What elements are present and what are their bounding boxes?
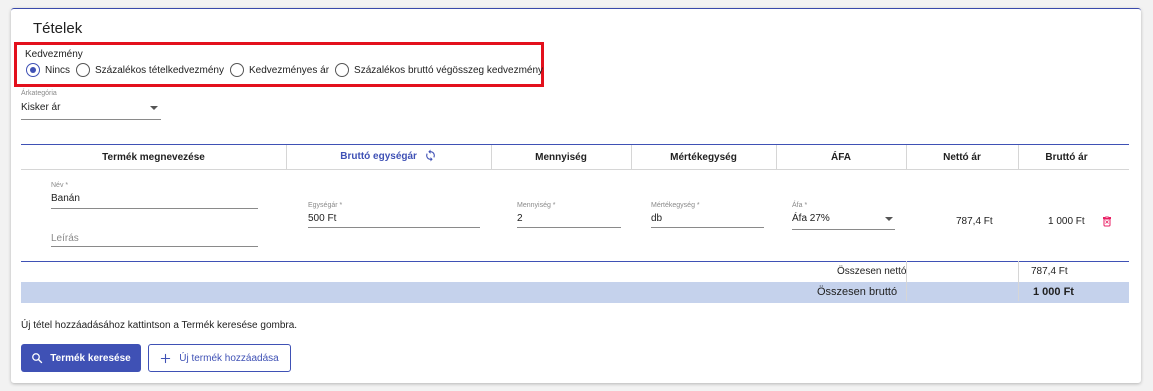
delete-icon[interactable] xyxy=(1101,215,1113,228)
name-field-label: Név * xyxy=(51,182,69,189)
radio-unchecked-icon[interactable] xyxy=(335,63,350,77)
chevron-down-icon[interactable] xyxy=(150,106,158,110)
row-gross-price: 1 000 Ft xyxy=(1048,216,1085,227)
column-header-unit: Mértékegység xyxy=(670,152,737,163)
discount-option-label: Nincs xyxy=(45,64,71,76)
totals-net-value: 787,4 Ft xyxy=(1031,266,1068,277)
discount-option-discount-price[interactable]: Kedvezményes ár xyxy=(229,63,330,77)
quantity-field-underline xyxy=(517,227,621,228)
discount-options: Nincs Százalékos tételkedvezmény Kedvezm… xyxy=(26,63,549,77)
table-header-bottom-border xyxy=(21,169,1129,170)
unit-field-label: Mértékegység * xyxy=(651,202,700,209)
discount-option-label: Kedvezményes ár xyxy=(248,64,330,76)
search-product-button[interactable]: Termék keresése xyxy=(21,344,141,372)
discount-option-item-percent[interactable]: Százalékos tételkedvezmény xyxy=(76,63,224,77)
totals-bottom-border xyxy=(21,302,1129,303)
refresh-icon[interactable] xyxy=(424,149,437,162)
unit-field-value[interactable]: db xyxy=(651,213,662,224)
quantity-field-value[interactable]: 2 xyxy=(517,213,523,224)
discount-label: Kedvezmény xyxy=(25,49,83,60)
price-category-underline xyxy=(21,119,161,120)
unit-price-field-underline xyxy=(308,227,480,228)
totals-net-label: Összesen nettó xyxy=(837,266,907,277)
column-header-gross-price: Bruttó ár xyxy=(1045,152,1088,163)
discount-option-gross-total-percent[interactable]: Százalékos bruttó végösszeg kedvezmény xyxy=(335,63,543,77)
discount-option-label: Százalékos bruttó végösszeg kedvezmény xyxy=(354,64,544,76)
price-category-label: Árkategória xyxy=(21,90,57,97)
description-field-underline xyxy=(51,246,258,247)
column-header-vat: ÁFA xyxy=(831,152,851,163)
column-header-product-name: Termék megnevezése xyxy=(102,152,205,163)
discount-radio-group: Kedvezmény Nincs Százalékos tételkedvezm… xyxy=(14,42,544,87)
gross-unit-price-label[interactable]: Bruttó egységár xyxy=(340,151,417,162)
column-separator xyxy=(906,261,907,301)
search-icon xyxy=(32,353,43,364)
discount-option-none[interactable]: Nincs xyxy=(26,63,70,77)
column-separator xyxy=(1018,261,1019,301)
card-title: Tételek xyxy=(33,20,83,37)
add-item-hint: Új tétel hozzáadásához kattintson a Term… xyxy=(21,320,298,331)
totals-gross-row xyxy=(21,282,1129,302)
column-header-net-price: Nettó ár xyxy=(943,152,981,163)
table-top-border xyxy=(21,144,1129,145)
name-field-value[interactable]: Banán xyxy=(51,193,80,204)
description-field-placeholder[interactable]: Leírás xyxy=(51,233,79,244)
unit-field-underline xyxy=(651,227,764,228)
search-product-button-label: Termék keresése xyxy=(50,352,131,364)
discount-option-label: Százalékos tételkedvezmény xyxy=(95,64,224,76)
radio-unchecked-icon[interactable] xyxy=(229,63,244,77)
row-net-price: 787,4 Ft xyxy=(956,216,993,227)
new-product-button[interactable]: Új termék hozzáadása xyxy=(148,344,291,372)
plus-icon xyxy=(161,353,171,363)
items-card: Tételek Kedvezmény Nincs Százalékos téte… xyxy=(11,8,1141,383)
column-header-gross-unit-price[interactable]: Bruttó egységár xyxy=(286,149,491,162)
vat-select-value[interactable]: Áfa 27% xyxy=(792,213,830,224)
unit-price-field-value[interactable]: 500 Ft xyxy=(308,213,336,224)
column-header-quantity: Mennyiség xyxy=(535,152,587,163)
price-category-value[interactable]: Kisker ár xyxy=(21,102,60,113)
chevron-down-icon[interactable] xyxy=(885,217,893,221)
vat-select-label: Áfa * xyxy=(792,202,808,209)
radio-unchecked-icon[interactable] xyxy=(76,63,91,77)
new-product-button-label: Új termék hozzáadása xyxy=(179,352,279,364)
radio-checked-icon[interactable] xyxy=(26,63,40,77)
quantity-field-label: Mennyiség * xyxy=(517,202,556,209)
totals-gross-label: Összesen bruttó xyxy=(817,286,898,298)
name-field-underline xyxy=(51,208,258,209)
vat-select-underline xyxy=(792,229,895,230)
totals-gross-value: 1 000 Ft xyxy=(1033,286,1074,298)
unit-price-field-label: Egységár * xyxy=(308,202,343,209)
totals-top-border xyxy=(21,261,1129,262)
